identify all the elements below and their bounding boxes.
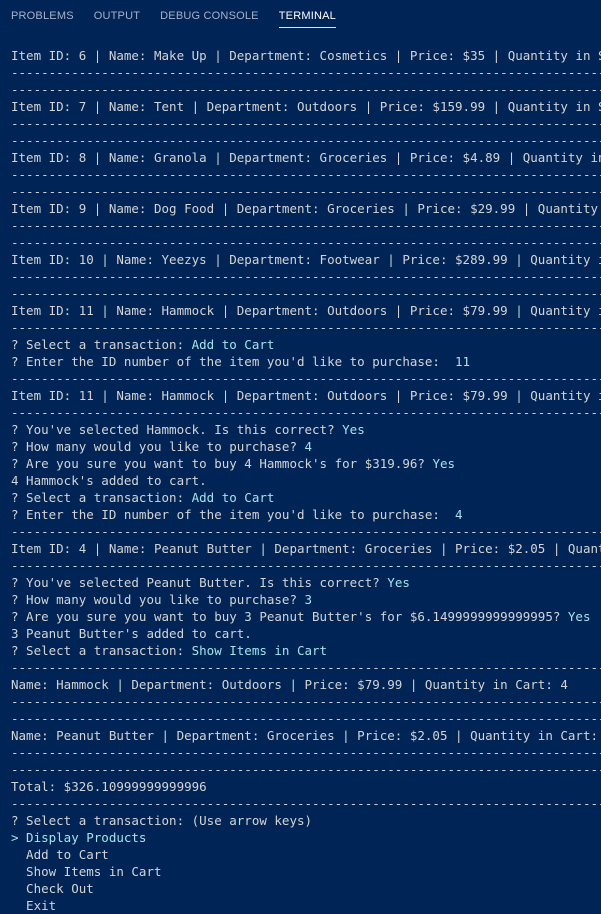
separator-line: ----------------------------------------… xyxy=(11,184,601,199)
prompt-line: ? Are you sure you want to buy 4 Hammock… xyxy=(11,455,601,472)
prompt-question: ? You've selected Hammock. Is this corre… xyxy=(11,422,343,437)
menu-option[interactable]: Add to Cart xyxy=(11,846,601,863)
prompt-line: ? How many would you like to purchase? 4 xyxy=(11,438,601,455)
prompt-line: ? You've selected Peanut Butter. Is this… xyxy=(11,574,601,591)
terminal-line: Item ID: 9 | Name: Dog Food | Department… xyxy=(11,201,598,216)
separator-line: ----------------------------------------… xyxy=(11,269,601,284)
prompt-answer: Add to Cart xyxy=(191,490,275,505)
tab-debug-console[interactable]: DEBUG CONSOLE xyxy=(160,10,259,27)
prompt-line: ? Select a transaction: Add to Cart xyxy=(11,489,601,506)
separator-line: ----------------------------------------… xyxy=(11,762,601,777)
separator-line: ----------------------------------------… xyxy=(11,133,601,148)
prompt-question: ? You've selected Peanut Butter. Is this… xyxy=(11,575,388,590)
prompt-answer: 3 xyxy=(304,592,313,607)
terminal-line: Item ID: 6 | Name: Make Up | Department:… xyxy=(11,48,601,63)
terminal-line: Item ID: 10 | Name: Yeezys | Department:… xyxy=(11,252,601,267)
separator-line: ----------------------------------------… xyxy=(11,660,601,675)
prompt-line: ? You've selected Hammock. Is this corre… xyxy=(11,421,601,438)
separator-line: ----------------------------------------… xyxy=(11,286,601,301)
prompt-answer: 11 xyxy=(455,354,471,369)
prompt-question: ? Are you sure you want to buy 3 Peanut … xyxy=(11,609,568,624)
separator-line: ----------------------------------------… xyxy=(11,320,601,335)
terminal-line: Item ID: 4 | Name: Peanut Butter | Depar… xyxy=(11,541,601,556)
separator-line: ----------------------------------------… xyxy=(11,745,601,760)
separator-line: ----------------------------------------… xyxy=(11,796,601,811)
separator-line: ----------------------------------------… xyxy=(11,65,601,80)
prompt-answer: Add to Cart xyxy=(191,337,275,352)
tab-output[interactable]: OUTPUT xyxy=(94,10,140,27)
prompt-question: ? How many would you like to purchase? xyxy=(11,592,305,607)
prompt-answer: Show Items in Cart xyxy=(191,643,328,658)
prompt-line: ? Enter the ID number of the item you'd … xyxy=(11,353,601,370)
separator-line: ----------------------------------------… xyxy=(11,218,601,233)
prompt-question: ? Enter the ID number of the item you'd … xyxy=(11,354,456,369)
panel-tab-bar: PROBLEMS OUTPUT DEBUG CONSOLE TERMINAL xyxy=(0,0,601,34)
prompt-question: ? Select a transaction: xyxy=(11,643,192,658)
prompt-question: ? Select a transaction: xyxy=(11,490,192,505)
prompt-answer: Yes xyxy=(342,422,365,437)
terminal-line: 3 Peanut Butter's added to cart. xyxy=(11,626,252,641)
prompt-line: ? Enter the ID number of the item you'd … xyxy=(11,506,601,523)
menu-option[interactable]: Exit xyxy=(11,897,601,914)
separator-line: ----------------------------------------… xyxy=(11,524,601,539)
tab-terminal[interactable]: TERMINAL xyxy=(278,10,336,28)
tab-problems[interactable]: PROBLEMS xyxy=(11,10,74,27)
prompt-line: ? Are you sure you want to buy 3 Peanut … xyxy=(11,608,601,625)
prompt-answer: Yes xyxy=(567,609,591,624)
prompt-line: ? Select a transaction: Show Items in Ca… xyxy=(11,642,601,659)
separator-line: ----------------------------------------… xyxy=(11,711,601,726)
terminal-output[interactable]: Item ID: 6 | Name: Make Up | Department:… xyxy=(11,47,601,914)
separator-line: ----------------------------------------… xyxy=(11,82,601,97)
terminal-line: ? Select a transaction: (Use arrow keys) xyxy=(11,813,313,828)
terminal-line: Name: Hammock | Department: Outdoors | P… xyxy=(11,677,568,692)
separator-line: ----------------------------------------… xyxy=(11,694,601,709)
terminal-line: Item ID: 11 | Name: Hammock | Department… xyxy=(11,303,601,318)
separator-line: ----------------------------------------… xyxy=(11,116,601,131)
separator-line: ----------------------------------------… xyxy=(11,235,601,250)
prompt-answer: Yes xyxy=(387,575,410,590)
terminal-line: Item ID: 7 | Name: Tent | Department: Ou… xyxy=(11,99,601,114)
prompt-answer: Yes xyxy=(432,456,456,471)
separator-line: ----------------------------------------… xyxy=(11,558,601,573)
prompt-line: ? Select a transaction: Add to Cart xyxy=(11,336,601,353)
menu-option[interactable]: Show Items in Cart xyxy=(11,863,601,880)
terminal-line: Total: $326.10999999999996 xyxy=(11,779,207,794)
prompt-question: ? Enter the ID number of the item you'd … xyxy=(11,507,456,522)
prompt-question: ? How many would you like to purchase? xyxy=(11,439,305,454)
terminal-line: Item ID: 8 | Name: Granola | Department:… xyxy=(11,150,601,165)
terminal-line: Item ID: 11 | Name: Hammock | Department… xyxy=(11,388,601,403)
menu-option[interactable]: > Display Products xyxy=(11,829,601,846)
menu-option[interactable]: Check Out xyxy=(11,880,601,897)
prompt-question: ? Are you sure you want to buy 4 Hammock… xyxy=(11,456,433,471)
separator-line: ----------------------------------------… xyxy=(11,405,601,420)
terminal-line: Name: Peanut Butter | Department: Grocer… xyxy=(11,728,601,743)
prompt-line: ? How many would you like to purchase? 3 xyxy=(11,591,601,608)
prompt-question: ? Select a transaction: xyxy=(11,337,192,352)
separator-line: ----------------------------------------… xyxy=(11,371,601,386)
terminal-line: 4 Hammock's added to cart. xyxy=(11,473,207,488)
prompt-answer: 4 xyxy=(455,507,463,522)
separator-line: ----------------------------------------… xyxy=(11,167,601,182)
prompt-answer: 4 xyxy=(304,439,313,454)
